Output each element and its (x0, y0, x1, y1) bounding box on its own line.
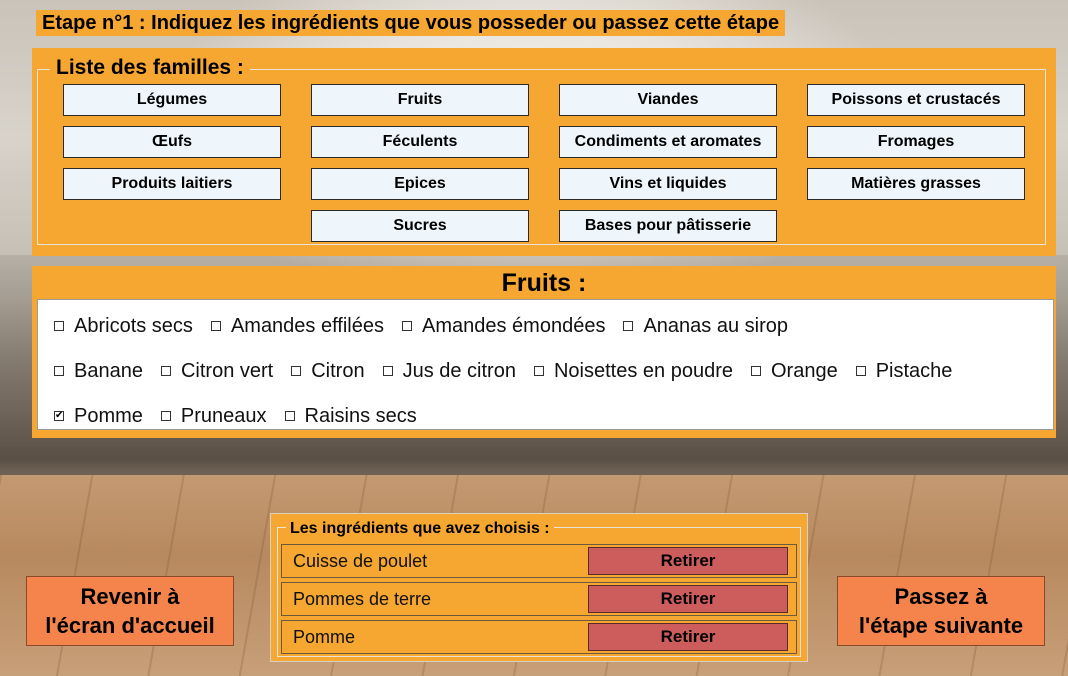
checkbox-item[interactable]: Citron vert (160, 359, 274, 383)
back-home-button[interactable]: Revenir à l'écran d'accueil (26, 576, 234, 646)
family-button-fromages[interactable]: Fromages (807, 126, 1025, 158)
family-button-feculents[interactable]: Féculents (311, 126, 529, 158)
checkbox-label: Pruneaux (180, 404, 267, 427)
next-step-button[interactable]: Passez à l'étape suivante (837, 576, 1045, 646)
chosen-row: Pommes de terre Retirer (281, 582, 797, 616)
chosen-ingredients-panel: Les ingrédients que avez choisis : Cuiss… (270, 513, 808, 662)
checkbox-item[interactable]: Abricots secs (54, 315, 193, 338)
fruits-panel: Fruits : Abricots secs Amandes effilées … (32, 266, 1056, 438)
checkbox[interactable] (750, 366, 761, 376)
chosen-ingredient-name: Cuisse de poulet (293, 551, 428, 571)
checkbox-item[interactable]: Raisins secs (284, 404, 417, 428)
fruits-checkbox-list: Abricots secs Amandes effilées Amandes é… (37, 299, 1054, 430)
page-title: Etape n°1 : Indiquez les ingrédients que… (36, 10, 786, 36)
family-button-poissons[interactable]: Poissons et crustacés (807, 84, 1025, 116)
checkbox-item[interactable]: Pistache (855, 359, 953, 383)
families-legend: Liste des familles : (50, 57, 250, 79)
checkbox-item[interactable]: Citron (291, 359, 365, 383)
family-button-vins[interactable]: Vins et liquides (559, 168, 777, 200)
next-button-line2: l'étape suivante (858, 613, 1024, 638)
checkbox[interactable] (382, 366, 393, 376)
chosen-row: Pomme Retirer (281, 620, 797, 654)
checkbox-item[interactable]: ✔ Pomme (54, 405, 143, 428)
checkbox-row: Banane Citron vert Citron Jus de citron … (54, 358, 970, 384)
checkbox-label: Noisettes en poudre (553, 359, 733, 382)
checkbox-label: Citron vert (180, 359, 274, 382)
checkbox-item[interactable]: Amandes émondées (402, 315, 605, 338)
checkbox[interactable] (533, 366, 544, 376)
checkbox-row: ✔ Pomme Pruneaux Raisins secs (54, 403, 435, 429)
checkbox[interactable] (623, 321, 634, 331)
checkbox-label: Ananas au sirop (643, 314, 788, 337)
checkbox-item[interactable]: Noisettes en poudre (533, 359, 733, 383)
remove-button[interactable]: Retirer (588, 547, 788, 575)
remove-button[interactable]: Retirer (588, 623, 788, 651)
remove-button[interactable]: Retirer (588, 585, 788, 613)
chosen-ingredient-name: Pomme (293, 627, 356, 647)
chosen-ingredient-name: Pommes de terre (293, 589, 432, 609)
checkbox-row: Abricots secs Amandes effilées Amandes é… (54, 313, 806, 339)
checkbox-label: Amandes émondées (422, 314, 606, 337)
checkbox[interactable] (54, 366, 64, 376)
family-button-oeufs[interactable]: Œufs (63, 126, 281, 158)
chosen-row: Cuisse de poulet Retirer (281, 544, 797, 578)
checkbox-label: Pistache (875, 359, 953, 382)
checkbox-label: Abricots secs (74, 314, 193, 337)
next-button-line1: Passez à (894, 584, 988, 609)
family-button-matieres-grasses[interactable]: Matières grasses (807, 168, 1025, 200)
checkbox-label: Citron (311, 359, 365, 382)
checkbox[interactable] (291, 366, 302, 376)
checkbox-item[interactable]: Amandes effilées (210, 314, 384, 338)
checkbox[interactable] (160, 366, 171, 376)
checkbox-label: Pomme (74, 404, 143, 427)
checkbox-label: Jus de citron (402, 359, 516, 382)
family-button-epices[interactable]: Epices (311, 168, 529, 200)
family-button-sucres[interactable]: Sucres (311, 210, 529, 242)
checkbox-item[interactable]: Ananas au sirop (623, 315, 788, 338)
family-button-legumes[interactable]: Légumes (63, 84, 281, 116)
chosen-legend: Les ingrédients que avez choisis : (286, 520, 554, 537)
family-button-bases-patisserie[interactable]: Bases pour pâtisserie (559, 210, 777, 242)
family-button-condiments[interactable]: Condiments et aromates (559, 126, 777, 158)
families-panel: Liste des familles : Légumes Fruits Vian… (32, 48, 1056, 256)
checkbox-item[interactable]: Pruneaux (160, 404, 267, 428)
checkbox-item[interactable]: Banane (54, 360, 143, 383)
checkbox-label: Amandes effilées (230, 314, 384, 337)
checkbox[interactable] (402, 321, 412, 331)
fruits-title: Fruits : (501, 269, 587, 297)
checkbox[interactable] (284, 411, 295, 421)
checkbox-item[interactable]: Jus de citron (382, 359, 516, 383)
checkbox-label: Banane (74, 359, 143, 382)
checkbox[interactable] (210, 321, 221, 331)
checkbox[interactable] (160, 411, 171, 421)
checkbox-label: Raisins secs (304, 404, 417, 427)
back-button-line1: Revenir à (80, 584, 180, 609)
checkbox[interactable] (855, 366, 866, 376)
family-button-fruits[interactable]: Fruits (311, 84, 529, 116)
family-button-viandes[interactable]: Viandes (559, 84, 777, 116)
checkbox-item[interactable]: Orange (750, 359, 838, 383)
back-button-line2: l'écran d'accueil (45, 613, 215, 638)
checkbox[interactable] (54, 321, 64, 331)
checkbox-checked[interactable]: ✔ (54, 411, 64, 421)
checkbox-label: Orange (770, 359, 838, 382)
family-button-produits-laitiers[interactable]: Produits laitiers (63, 168, 281, 200)
